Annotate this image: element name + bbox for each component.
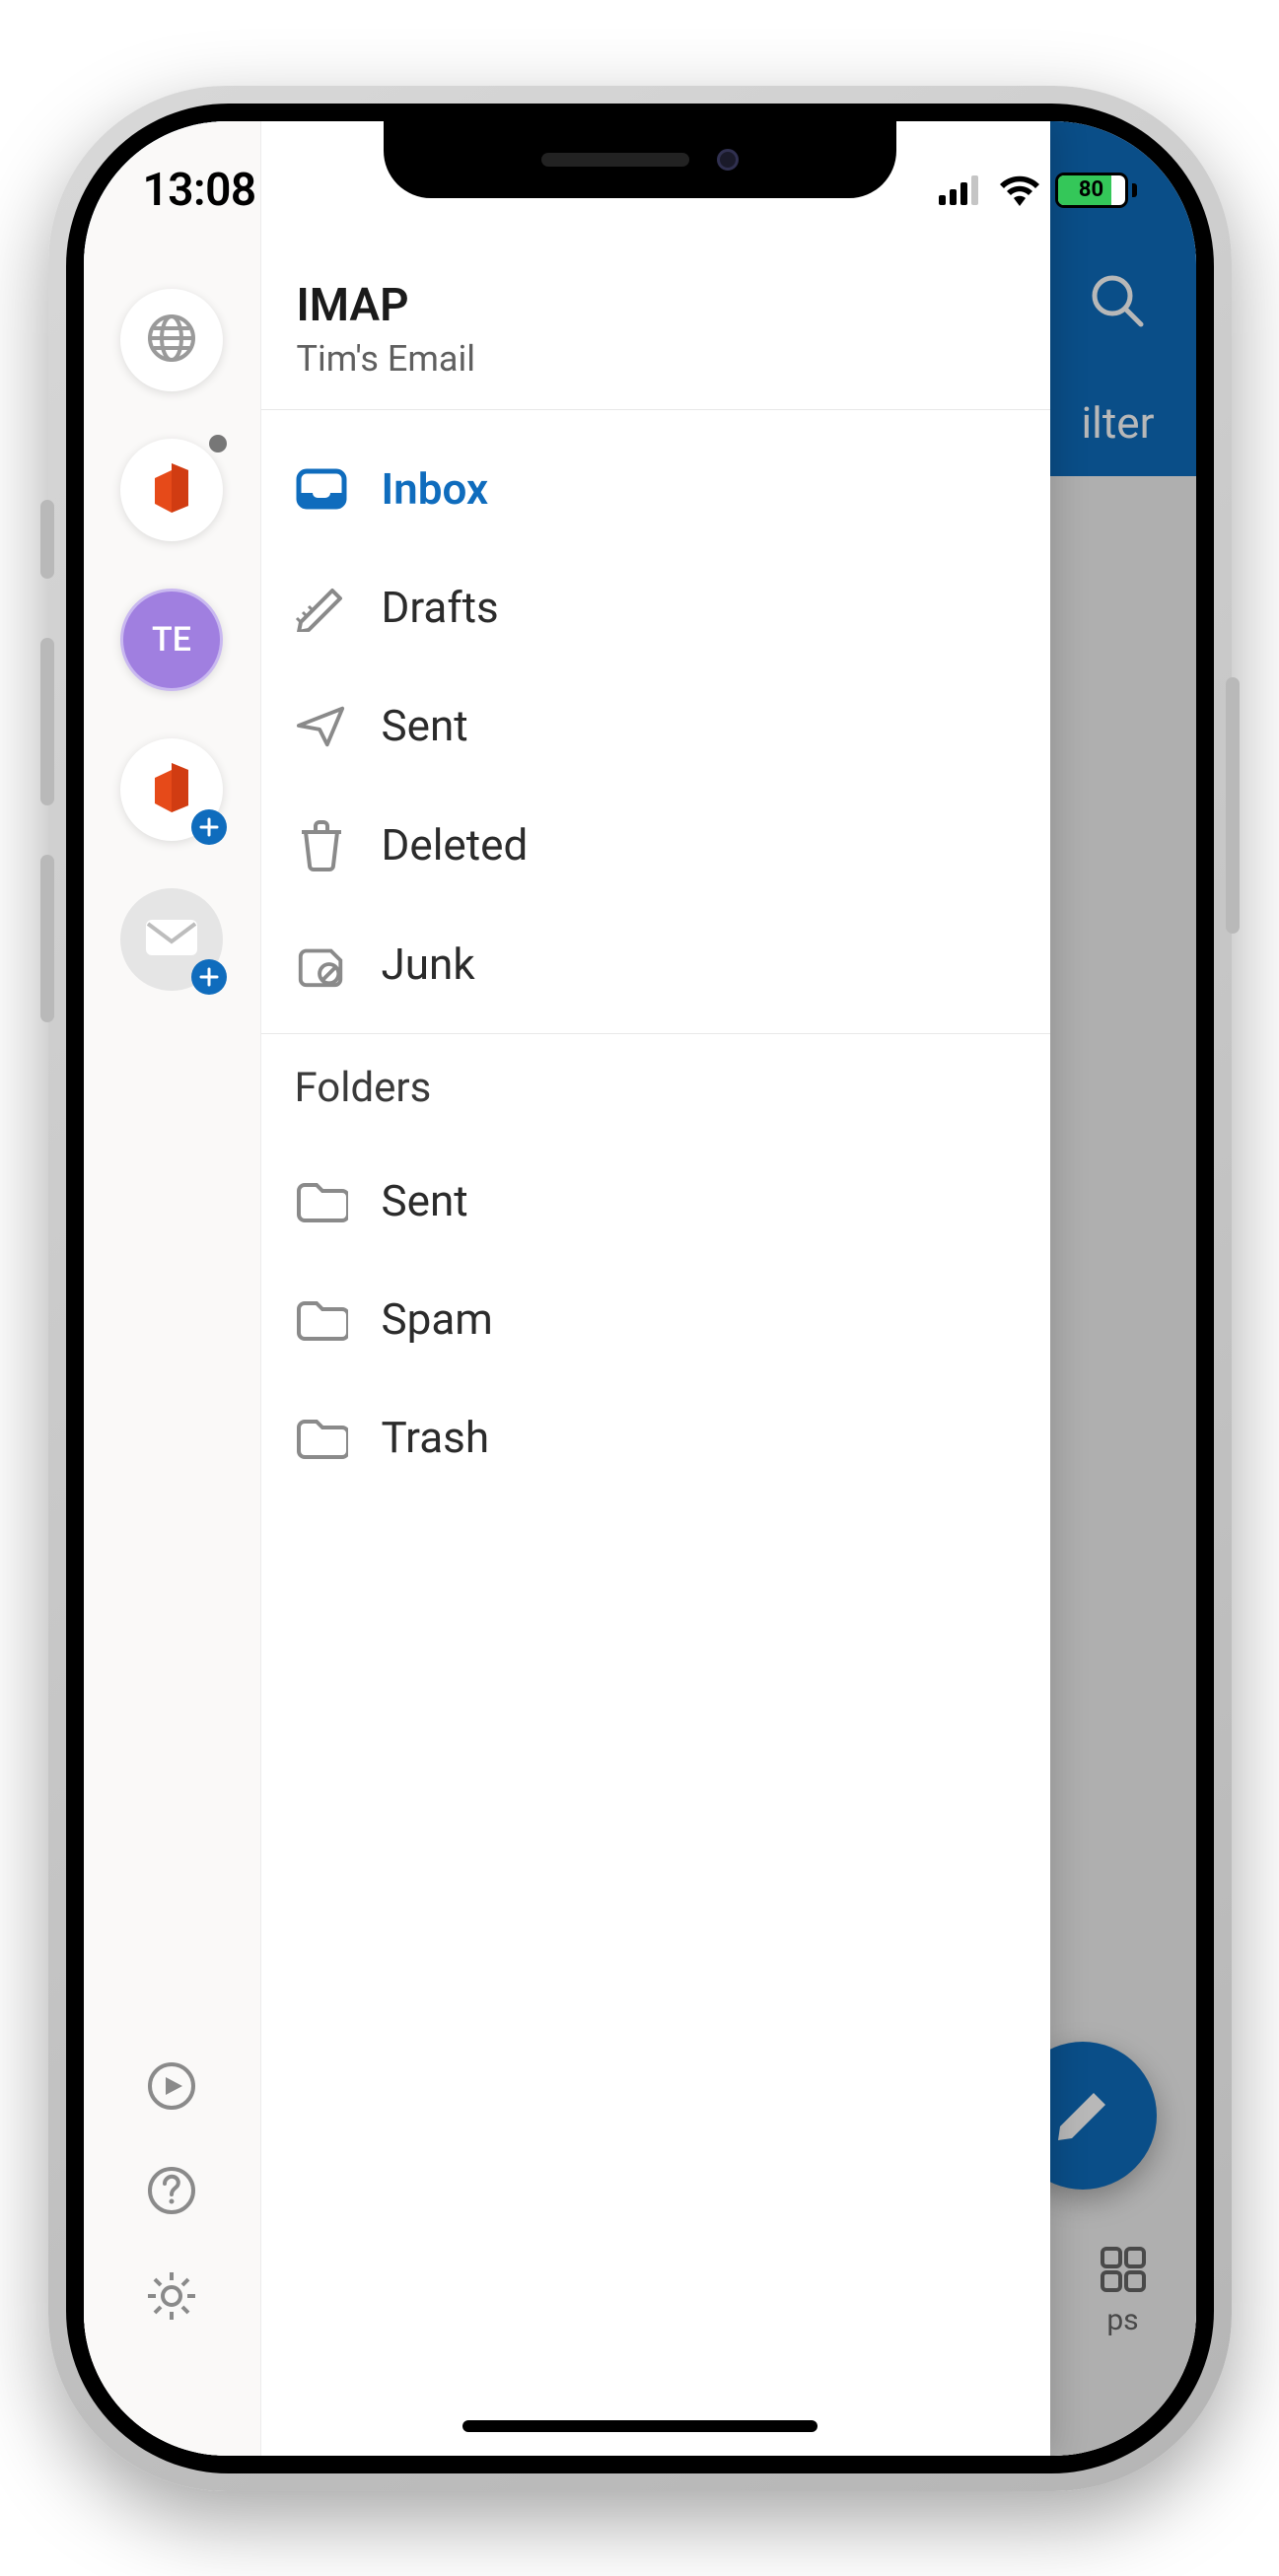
do-not-disturb-button[interactable] bbox=[145, 2059, 198, 2117]
folder-icon bbox=[295, 1297, 348, 1341]
folder-label: Drafts bbox=[382, 582, 499, 633]
battery-indicator: 80 bbox=[1055, 173, 1137, 208]
user-folder-list: Sent Spam bbox=[261, 1122, 1050, 1497]
folder-junk[interactable]: Junk bbox=[261, 905, 1050, 1023]
user-folder-spam[interactable]: Spam bbox=[261, 1260, 1050, 1378]
folder-icon bbox=[295, 1179, 348, 1222]
phone-frame: 13:08 bbox=[48, 86, 1232, 2491]
wifi-icon bbox=[998, 174, 1041, 206]
user-folder-sent[interactable]: Sent bbox=[261, 1142, 1050, 1260]
account-current[interactable]: TE bbox=[120, 589, 223, 691]
globe-icon bbox=[144, 311, 199, 370]
folder-icon bbox=[295, 1416, 348, 1459]
folder-pane: IMAP Tim's Email bbox=[261, 121, 1050, 2456]
account-name-label: Tim's Email bbox=[297, 338, 1015, 380]
add-mail-account[interactable] bbox=[120, 888, 223, 991]
notification-dot-icon bbox=[209, 435, 227, 453]
folder-inbox[interactable]: Inbox bbox=[261, 430, 1050, 548]
inbox-icon bbox=[295, 465, 348, 513]
cellular-icon bbox=[939, 175, 984, 205]
side-button-power bbox=[1226, 677, 1240, 934]
home-indicator[interactable] bbox=[462, 2420, 817, 2432]
folder-label: Junk bbox=[382, 939, 475, 990]
plus-badge-icon bbox=[191, 959, 227, 995]
side-button-volume-up bbox=[40, 638, 54, 805]
office-icon bbox=[147, 460, 196, 520]
account-initials: TE bbox=[152, 620, 191, 660]
battery-percent: 80 bbox=[1058, 175, 1125, 205]
help-button[interactable] bbox=[145, 2164, 198, 2221]
folders-section-header[interactable]: Folders bbox=[261, 1034, 1050, 1122]
folder-drafts[interactable]: Drafts bbox=[261, 548, 1050, 666]
folder-label: Spam bbox=[382, 1293, 493, 1345]
user-folder-trash[interactable]: Trash bbox=[261, 1378, 1050, 1497]
office-icon bbox=[147, 760, 196, 819]
folder-label: Deleted bbox=[382, 819, 529, 870]
folder-label: Sent bbox=[382, 1175, 468, 1226]
side-button-volume-down bbox=[40, 855, 54, 1022]
folder-label: Trash bbox=[382, 1412, 490, 1463]
junk-icon bbox=[295, 940, 348, 988]
account-office[interactable] bbox=[120, 439, 223, 541]
folder-sent[interactable]: Sent bbox=[261, 666, 1050, 785]
account-all-accounts[interactable] bbox=[120, 289, 223, 391]
system-folder-list: Inbox Drafts bbox=[261, 410, 1050, 1023]
folder-label: Sent bbox=[382, 700, 468, 751]
navigation-drawer: TE bbox=[84, 121, 1050, 2456]
account-type-label: IMAP bbox=[297, 279, 1015, 332]
side-button-silent bbox=[40, 500, 54, 579]
plus-badge-icon bbox=[191, 809, 227, 845]
settings-button[interactable] bbox=[144, 2268, 199, 2328]
mail-icon bbox=[144, 918, 199, 961]
account-rail: TE bbox=[84, 121, 261, 2456]
trash-icon bbox=[295, 818, 348, 871]
status-time: 13:08 bbox=[143, 164, 256, 217]
sent-icon bbox=[295, 702, 348, 749]
folder-label: Inbox bbox=[382, 463, 489, 515]
add-office-account[interactable] bbox=[120, 738, 223, 841]
drafts-icon bbox=[295, 583, 348, 632]
folder-deleted[interactable]: Deleted bbox=[261, 785, 1050, 905]
device-notch bbox=[384, 121, 896, 198]
